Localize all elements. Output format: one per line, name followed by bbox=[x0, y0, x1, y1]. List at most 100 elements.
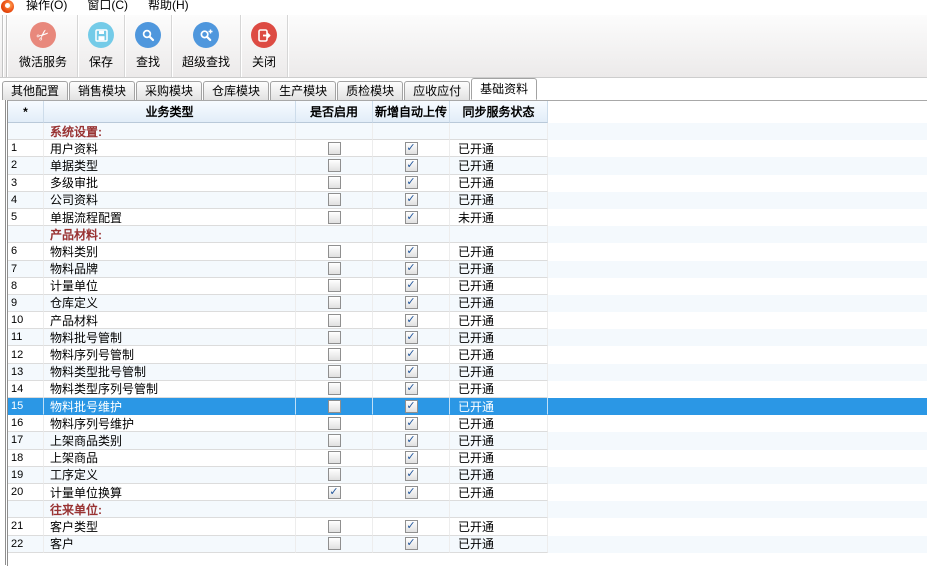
column-header-col-business-type[interactable]: 业务类型 bbox=[44, 101, 296, 123]
table-row[interactable]: 1 用户资料 ✓ 已开通 bbox=[8, 140, 927, 158]
table-row[interactable]: 11 物料批号管制 ✓ 已开通 bbox=[8, 329, 927, 347]
table-row[interactable]: 7 物料品牌 ✓ 已开通 bbox=[8, 260, 927, 278]
upload-checkbox[interactable]: ✓ bbox=[404, 176, 418, 190]
upload-checkbox[interactable]: ✓ bbox=[404, 416, 418, 430]
sync-status-cell: 已开通 bbox=[450, 466, 548, 484]
auto-upload-cell: ✓ bbox=[373, 140, 450, 158]
upload-checkbox[interactable]: ✓ bbox=[404, 193, 418, 207]
upload-checkbox[interactable]: ✓ bbox=[404, 141, 418, 155]
enable-checkbox[interactable] bbox=[327, 158, 341, 172]
tab-qc-module[interactable]: 质检模块 bbox=[337, 81, 404, 100]
tab-ar-ap[interactable]: 应收应付 bbox=[404, 81, 471, 100]
sync-status-cell: 已开通 bbox=[450, 535, 548, 553]
table-row[interactable]: 6 物料类别 ✓ 已开通 bbox=[8, 243, 927, 261]
enable-checkbox[interactable] bbox=[327, 330, 341, 344]
toolbar-grip[interactable] bbox=[0, 15, 9, 77]
enable-checkbox[interactable]: ✓ bbox=[327, 485, 341, 499]
table-row[interactable]: 21 客户类型 ✓ 已开通 bbox=[8, 518, 927, 536]
enable-checkbox[interactable] bbox=[327, 537, 341, 551]
toolbar-button-save[interactable]: 保存 bbox=[78, 15, 126, 77]
upload-checkbox[interactable]: ✓ bbox=[404, 244, 418, 258]
table-row[interactable]: 13 物料类型批号管制 ✓ 已开通 bbox=[8, 363, 927, 381]
category-label: 往来单位: bbox=[44, 501, 296, 519]
enable-checkbox[interactable] bbox=[327, 176, 341, 190]
enable-checkbox[interactable] bbox=[327, 365, 341, 379]
tab-warehouse-module[interactable]: 仓库模块 bbox=[203, 81, 270, 100]
menu-item-help[interactable]: 帮助(H) bbox=[141, 0, 196, 12]
table-row[interactable]: 2 单据类型 ✓ 已开通 bbox=[8, 157, 927, 175]
table-row[interactable]: 5 单据流程配置 ✓ 未开通 bbox=[8, 208, 927, 227]
business-type-cell: 物料类型序列号管制 bbox=[44, 380, 296, 398]
table-row[interactable]: 16 物料序列号维护 ✓ 已开通 bbox=[8, 415, 927, 433]
table-row[interactable]: 18 上架商品 ✓ 已开通 bbox=[8, 449, 927, 467]
upload-checkbox[interactable]: ✓ bbox=[404, 485, 418, 499]
toolbar-button-super-find[interactable]: 超级查找 bbox=[172, 15, 242, 77]
table-row[interactable]: 20 计量单位换算 ✓ ✓ 已开通 bbox=[8, 483, 927, 502]
enable-checkbox[interactable] bbox=[327, 348, 341, 362]
enable-checkbox[interactable] bbox=[327, 141, 341, 155]
table-row[interactable]: 12 物料序列号管制 ✓ 已开通 bbox=[8, 346, 927, 364]
column-header-col-auto-upload[interactable]: 新增自动上传 bbox=[373, 101, 450, 123]
table-row[interactable]: 17 上架商品类别 ✓ 已开通 bbox=[8, 432, 927, 450]
upload-checkbox[interactable]: ✓ bbox=[404, 279, 418, 293]
table-row[interactable]: 22 客户 ✓ 已开通 bbox=[8, 535, 927, 553]
table-row[interactable]: 4 公司资料 ✓ 已开通 bbox=[8, 191, 927, 209]
upload-checkbox[interactable]: ✓ bbox=[404, 537, 418, 551]
toolbar-button-close[interactable]: 关闭 bbox=[241, 15, 289, 77]
upload-checkbox[interactable]: ✓ bbox=[404, 313, 418, 327]
toolbar-button-activate-service[interactable]: ✂ 微活服务 bbox=[9, 15, 79, 77]
tab-purchase-module[interactable]: 采购模块 bbox=[136, 81, 203, 100]
upload-checkbox[interactable]: ✓ bbox=[404, 382, 418, 396]
enable-checkbox[interactable] bbox=[327, 416, 341, 430]
table-row[interactable]: 3 多级审批 ✓ 已开通 bbox=[8, 174, 927, 192]
upload-checkbox[interactable]: ✓ bbox=[404, 365, 418, 379]
upload-checkbox[interactable]: ✓ bbox=[404, 399, 418, 413]
table-row[interactable]: 14 物料类型序列号管制 ✓ 已开通 bbox=[8, 380, 927, 398]
upload-checkbox[interactable]: ✓ bbox=[404, 468, 418, 482]
business-type-cell: 多级审批 bbox=[44, 174, 296, 192]
upload-checkbox[interactable]: ✓ bbox=[404, 519, 418, 533]
upload-checkbox[interactable]: ✓ bbox=[404, 433, 418, 447]
enable-checkbox[interactable] bbox=[327, 451, 341, 465]
menu-item-operation[interactable]: 操作(O) bbox=[19, 0, 74, 12]
category-row: 往来单位: bbox=[8, 501, 927, 519]
upload-checkbox[interactable]: ✓ bbox=[404, 296, 418, 310]
upload-checkbox[interactable]: ✓ bbox=[404, 348, 418, 362]
table-row[interactable]: 19 工序定义 ✓ 已开通 bbox=[8, 466, 927, 484]
enable-checkbox[interactable] bbox=[327, 262, 341, 276]
tab-sales-module[interactable]: 销售模块 bbox=[69, 81, 136, 100]
enable-checkbox[interactable] bbox=[327, 468, 341, 482]
upload-checkbox[interactable]: ✓ bbox=[404, 210, 418, 224]
business-type-cell: 产品材料 bbox=[44, 312, 296, 330]
enable-checkbox[interactable] bbox=[327, 399, 341, 413]
tab-other-config[interactable]: 其他配置 bbox=[2, 81, 69, 100]
business-type-cell: 物料序列号管制 bbox=[44, 346, 296, 364]
enable-checkbox[interactable] bbox=[327, 193, 341, 207]
enable-checkbox[interactable] bbox=[327, 433, 341, 447]
enable-checkbox[interactable] bbox=[327, 382, 341, 396]
table-row[interactable]: 9 仓库定义 ✓ 已开通 bbox=[8, 294, 927, 313]
upload-checkbox[interactable]: ✓ bbox=[404, 158, 418, 172]
business-type-cell: 公司资料 bbox=[44, 191, 296, 209]
upload-checkbox[interactable]: ✓ bbox=[404, 451, 418, 465]
column-header-col-row-number[interactable]: * bbox=[8, 101, 44, 123]
enable-checkbox[interactable] bbox=[327, 210, 341, 224]
enable-checkbox[interactable] bbox=[327, 313, 341, 327]
column-header-col-is-enabled[interactable]: 是否启用 bbox=[296, 101, 373, 123]
menu-item-window[interactable]: 窗口(C) bbox=[80, 0, 135, 12]
table-row[interactable]: 8 计量单位 ✓ 已开通 bbox=[8, 277, 927, 295]
enable-checkbox[interactable] bbox=[327, 519, 341, 533]
table-row[interactable]: 10 产品材料 ✓ 已开通 bbox=[8, 312, 927, 330]
auto-upload-cell: ✓ bbox=[373, 157, 450, 175]
toolbar-button-find[interactable]: 查找 bbox=[125, 15, 173, 77]
enable-checkbox[interactable] bbox=[327, 244, 341, 258]
table-row[interactable]: 15 物料批号维护 ✓ 已开通 bbox=[8, 398, 927, 416]
enable-checkbox[interactable] bbox=[327, 296, 341, 310]
enable-checkbox[interactable] bbox=[327, 279, 341, 293]
tab-base-data[interactable]: 基础资料 bbox=[471, 78, 538, 100]
upload-checkbox[interactable]: ✓ bbox=[404, 330, 418, 344]
upload-checkbox[interactable]: ✓ bbox=[404, 262, 418, 276]
tab-production-module[interactable]: 生产模块 bbox=[270, 81, 337, 100]
column-header-col-sync-status[interactable]: 同步服务状态 bbox=[450, 101, 548, 123]
sync-status-cell: 已开通 bbox=[450, 157, 548, 175]
